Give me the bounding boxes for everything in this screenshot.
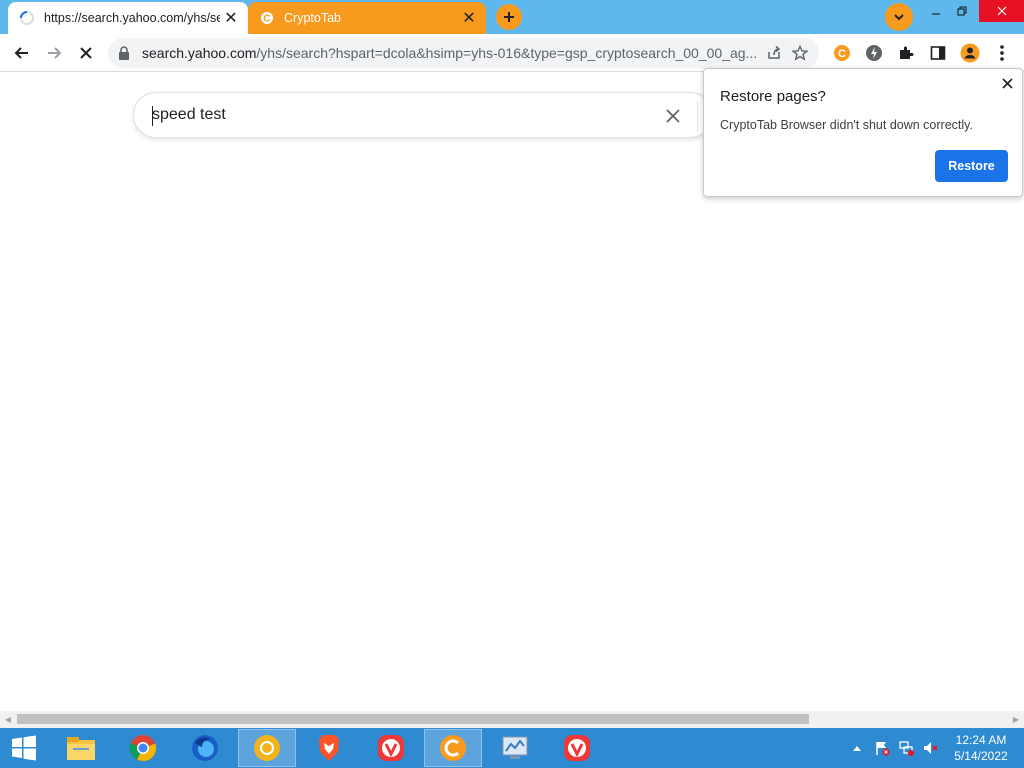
- close-tab-icon[interactable]: ✕: [458, 7, 480, 29]
- more-menu-icon[interactable]: [988, 39, 1016, 67]
- cryptotab-extension-icon[interactable]: C: [828, 39, 856, 67]
- close-tab-icon[interactable]: ✕: [220, 7, 242, 29]
- tab-title: CryptoTab: [284, 11, 341, 25]
- close-window-button[interactable]: [979, 0, 1024, 22]
- scroll-right-arrow-icon[interactable]: ▶: [1011, 714, 1021, 724]
- restore-button[interactable]: Restore: [935, 150, 1008, 182]
- address-bar[interactable]: search.yahoo.com/yhs/search?hspart=dcola…: [108, 38, 819, 68]
- side-panel-icon[interactable]: [924, 39, 952, 67]
- url-text[interactable]: search.yahoo.com/yhs/search?hspart=dcola…: [142, 45, 761, 61]
- tab-yahoo-search[interactable]: https://search.yahoo.com/yhs/se ✕: [8, 2, 248, 34]
- cryptotab-icon[interactable]: [424, 729, 482, 767]
- start-icon[interactable]: [0, 729, 48, 767]
- loading-spinner-icon: [18, 9, 36, 27]
- svg-text:C: C: [838, 48, 846, 60]
- tab-title: https://search.yahoo.com/yhs/se: [44, 11, 220, 25]
- control-panel-icon[interactable]: [486, 729, 544, 767]
- extensions-puzzle-icon[interactable]: [892, 39, 920, 67]
- new-tab-button[interactable]: [496, 4, 522, 30]
- cryptotab-icon: C: [258, 9, 276, 27]
- stop-loading-button[interactable]: [72, 39, 100, 67]
- clear-search-icon[interactable]: [660, 103, 686, 129]
- bookmark-star-icon[interactable]: [787, 40, 813, 66]
- scrollbar-thumb[interactable]: [17, 714, 809, 724]
- browser-toolbar: search.yahoo.com/yhs/search?hspart=dcola…: [0, 34, 1024, 72]
- file-explorer-icon[interactable]: [52, 729, 110, 767]
- restore-window-button[interactable]: [946, 0, 978, 22]
- dialog-title: Restore pages?: [720, 88, 826, 105]
- dialog-message: CryptoTab Browser didn't shut down corre…: [720, 118, 973, 132]
- search-input[interactable]: speed test: [152, 106, 226, 124]
- network-icon[interactable]: [896, 728, 916, 768]
- tab-strip: https://search.yahoo.com/yhs/se ✕ C Cryp…: [0, 0, 1024, 34]
- profile-avatar-icon[interactable]: [956, 39, 984, 67]
- back-button[interactable]: [8, 39, 36, 67]
- speed-extension-icon[interactable]: [860, 39, 888, 67]
- vivaldi-icon[interactable]: [548, 729, 606, 767]
- vivaldi-icon[interactable]: [362, 729, 420, 767]
- svg-text:C: C: [263, 14, 270, 25]
- share-icon[interactable]: [761, 40, 787, 66]
- forward-button[interactable]: [40, 39, 68, 67]
- dialog-close-icon[interactable]: [998, 74, 1016, 92]
- lock-icon[interactable]: [118, 46, 134, 60]
- scroll-left-arrow-icon[interactable]: ◀: [3, 714, 13, 724]
- brave-icon[interactable]: [300, 729, 358, 767]
- horizontal-scrollbar[interactable]: ◀ ▶: [0, 711, 1024, 728]
- chromium-icon[interactable]: [238, 729, 296, 767]
- clock-time: 12:24 AM: [955, 733, 1007, 747]
- url-host: search.yahoo.com: [142, 45, 257, 61]
- volume-muted-icon[interactable]: [920, 728, 940, 768]
- clock-date: 5/14/2022: [954, 749, 1008, 763]
- windows-taskbar: 12:24 AM 5/14/2022: [0, 728, 1024, 768]
- system-clock[interactable]: 12:24 AM 5/14/2022: [946, 732, 1016, 764]
- show-hidden-icons-icon[interactable]: [850, 728, 864, 768]
- chrome-icon[interactable]: [114, 729, 172, 767]
- tab-cryptotab[interactable]: C CryptoTab ✕: [248, 2, 486, 34]
- search-box[interactable]: speed test: [133, 92, 713, 138]
- action-center-flag-icon[interactable]: [872, 728, 892, 768]
- firefox-icon[interactable]: [176, 729, 234, 767]
- tab-search-button[interactable]: [885, 3, 913, 31]
- search-divider: [697, 101, 698, 131]
- text-cursor: [152, 106, 153, 126]
- url-path: /yhs/search?hspart=dcola&hsimp=yhs-016&t…: [256, 45, 758, 61]
- restore-pages-dialog: Restore pages? CryptoTab Browser didn't …: [703, 68, 1023, 197]
